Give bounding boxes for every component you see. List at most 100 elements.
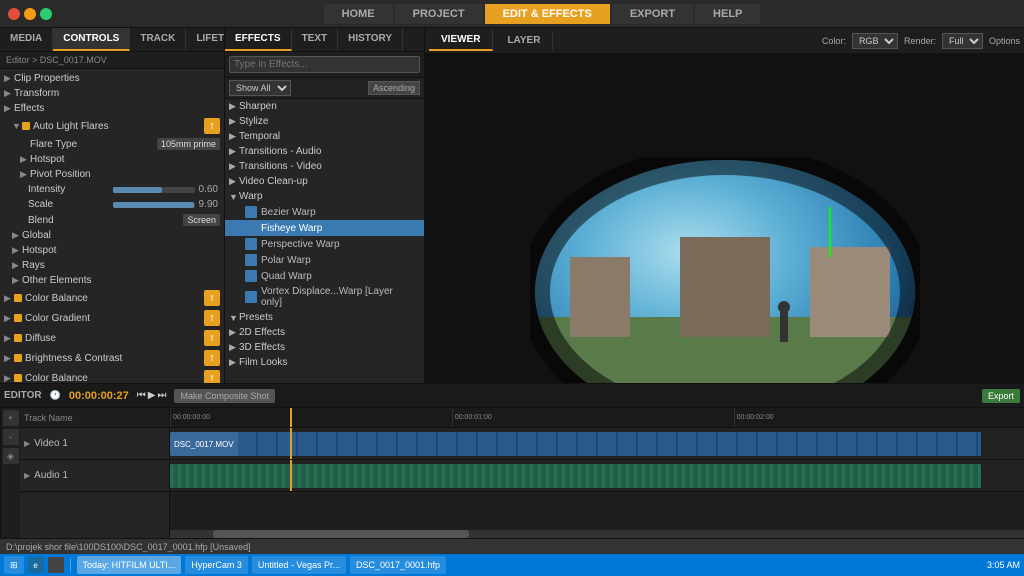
- cat-temporal[interactable]: Temporal: [225, 129, 424, 144]
- effect-fisheye-warp[interactable]: Fisheye Warp: [225, 220, 424, 236]
- track-arrow-icon[interactable]: ▶: [24, 439, 30, 448]
- prop-hotspot2[interactable]: Hotspot: [0, 243, 224, 258]
- color-mode-select[interactable]: RGB: [852, 33, 898, 49]
- cat-transitions-audio[interactable]: Transitions - Audio: [225, 144, 424, 159]
- prop-rays[interactable]: Rays: [0, 258, 224, 273]
- effect-quad-warp[interactable]: Quad Warp: [225, 268, 424, 284]
- flare-type-value[interactable]: 105mm prime: [157, 138, 220, 150]
- close-btn[interactable]: [8, 8, 20, 20]
- track-arrow-icon[interactable]: ▶: [24, 471, 30, 480]
- tab-layer[interactable]: LAYER: [495, 31, 553, 50]
- taskbar-dsc[interactable]: DSC_0017_0001.hfp: [350, 556, 446, 574]
- nav-home[interactable]: HOME: [324, 4, 393, 24]
- tab-media[interactable]: MEDIA: [0, 28, 53, 51]
- editor-play-fwd-button[interactable]: ⏭: [157, 390, 166, 401]
- cat-stylize[interactable]: Stylize: [225, 114, 424, 129]
- timeline-scrollbar[interactable]: [170, 530, 1024, 538]
- intensity-slider[interactable]: [113, 187, 194, 193]
- filter-ascending[interactable]: Ascending: [368, 81, 420, 95]
- composite-shot-button[interactable]: Make Composite Shot: [174, 389, 275, 403]
- tab-history[interactable]: HISTORY: [338, 28, 403, 51]
- dot-icon: [14, 314, 22, 322]
- folder-icon[interactable]: [48, 557, 64, 573]
- nav-edit-effects[interactable]: EDIT & EFFECTS: [485, 4, 610, 24]
- effect-polar-warp[interactable]: Polar Warp: [225, 252, 424, 268]
- blend-value[interactable]: Screen: [183, 214, 220, 226]
- prop-clip-properties[interactable]: Clip Properties: [0, 71, 224, 86]
- editor-export-button[interactable]: Export: [982, 389, 1020, 403]
- arrow-icon: [4, 73, 14, 84]
- zoom-out-button[interactable]: -: [3, 429, 19, 445]
- effects-search-input[interactable]: [229, 56, 420, 73]
- track-name-header: Track Name: [20, 408, 169, 428]
- prop-hotspot[interactable]: Hotspot: [0, 152, 224, 167]
- nav-export[interactable]: EXPORT: [612, 4, 693, 24]
- cat-warp[interactable]: Warp: [225, 189, 424, 204]
- video-clip[interactable]: DSC_0017.MOV: [170, 432, 981, 456]
- ruler-mark-0: 00:00:00:00: [170, 408, 210, 427]
- intensity-value: 0.60: [199, 184, 218, 195]
- effect-perspective-warp[interactable]: Perspective Warp: [225, 236, 424, 252]
- taskbar-hypercam[interactable]: HyperCam 3: [185, 556, 248, 574]
- scale-slider[interactable]: [113, 202, 194, 208]
- prop-pivot-position[interactable]: Pivot Position: [0, 167, 224, 182]
- cat-video-cleanup[interactable]: Video Clean-up: [225, 174, 424, 189]
- cat-3d-effects[interactable]: 3D Effects: [225, 340, 424, 355]
- prop-brightness-contrast[interactable]: Brightness & Contrast f: [0, 348, 224, 368]
- prop-transform[interactable]: Transform: [0, 86, 224, 101]
- tab-viewer[interactable]: VIEWER: [429, 30, 493, 51]
- video-track[interactable]: DSC_0017.MOV: [170, 428, 1024, 460]
- minimize-btn[interactable]: [24, 8, 36, 20]
- top-menubar: HOME PROJECT EDIT & EFFECTS EXPORT HELP: [0, 0, 1024, 28]
- audio-track[interactable]: [170, 460, 1024, 492]
- audio1-label: Audio 1: [34, 470, 68, 481]
- scrollbar-thumb[interactable]: [213, 530, 469, 538]
- cat-2d-effects[interactable]: 2D Effects: [225, 325, 424, 340]
- tab-controls[interactable]: CONTROLS: [53, 28, 130, 51]
- render-mode-select[interactable]: Full: [942, 33, 983, 49]
- prop-intensity[interactable]: Intensity 0.60: [0, 182, 224, 197]
- prop-color-balance1[interactable]: Color Balance f: [0, 288, 224, 308]
- taskbar-hitfilm[interactable]: Today: HITFILM ULTI...: [77, 556, 182, 574]
- taskbar-vegas[interactable]: Untitled - Vegas Pr...: [252, 556, 346, 574]
- audio-clip[interactable]: [170, 464, 981, 488]
- effect-bezier-warp[interactable]: Bezier Warp: [225, 204, 424, 220]
- cat-presets[interactable]: Presets: [225, 310, 424, 325]
- effect-icon: [245, 291, 257, 303]
- scale-value: 9.90: [199, 199, 218, 210]
- prop-auto-light-flares[interactable]: Auto Light Flares f: [0, 116, 224, 136]
- ie-icon[interactable]: e: [28, 557, 44, 573]
- tab-track[interactable]: TRACK: [130, 28, 186, 51]
- cat-transitions-video[interactable]: Transitions - Video: [225, 159, 424, 174]
- dot-icon: [14, 374, 22, 382]
- taskbar-clock: 3:05 AM: [987, 560, 1020, 570]
- filter-show-select[interactable]: Show All: [229, 80, 291, 96]
- maximize-btn[interactable]: [40, 8, 52, 20]
- start-button[interactable]: ⊞: [4, 556, 24, 574]
- options-label[interactable]: Options: [989, 36, 1020, 46]
- zoom-in-button[interactable]: +: [3, 410, 19, 426]
- cat-sharpen[interactable]: Sharpen: [225, 99, 424, 114]
- prop-effects[interactable]: Effects: [0, 101, 224, 116]
- tab-effects[interactable]: EFFECTS: [225, 28, 292, 51]
- prop-color-gradient1[interactable]: Color Gradient f: [0, 308, 224, 328]
- prop-global[interactable]: Global: [0, 228, 224, 243]
- prop-scale[interactable]: Scale 9.90: [0, 197, 224, 212]
- arrow-icon: [229, 192, 239, 202]
- tab-text[interactable]: TEXT: [292, 28, 339, 51]
- prop-blend[interactable]: Blend Screen: [0, 212, 224, 228]
- effect-vortex-warp[interactable]: Vortex Displace...Warp [Layer only]: [225, 284, 424, 310]
- cat-film-looks[interactable]: Film Looks: [225, 355, 424, 370]
- status-path: D:\projek shor file\100DS100\DSC_0017_00…: [6, 542, 251, 552]
- arrow-icon: [12, 121, 22, 131]
- editor-play-back-button[interactable]: ⏮: [137, 390, 146, 401]
- prop-diffuse[interactable]: Diffuse f: [0, 328, 224, 348]
- editor-play-button[interactable]: ▶: [148, 390, 156, 401]
- fx-icon: f: [204, 350, 220, 366]
- nav-help[interactable]: HELP: [695, 4, 760, 24]
- fx-icon: f: [204, 330, 220, 346]
- nav-project[interactable]: PROJECT: [395, 4, 483, 24]
- prop-flare-type[interactable]: Flare Type 105mm prime: [0, 136, 224, 152]
- snap-button[interactable]: ◈: [3, 448, 19, 464]
- prop-other-elements[interactable]: Other Elements: [0, 273, 224, 288]
